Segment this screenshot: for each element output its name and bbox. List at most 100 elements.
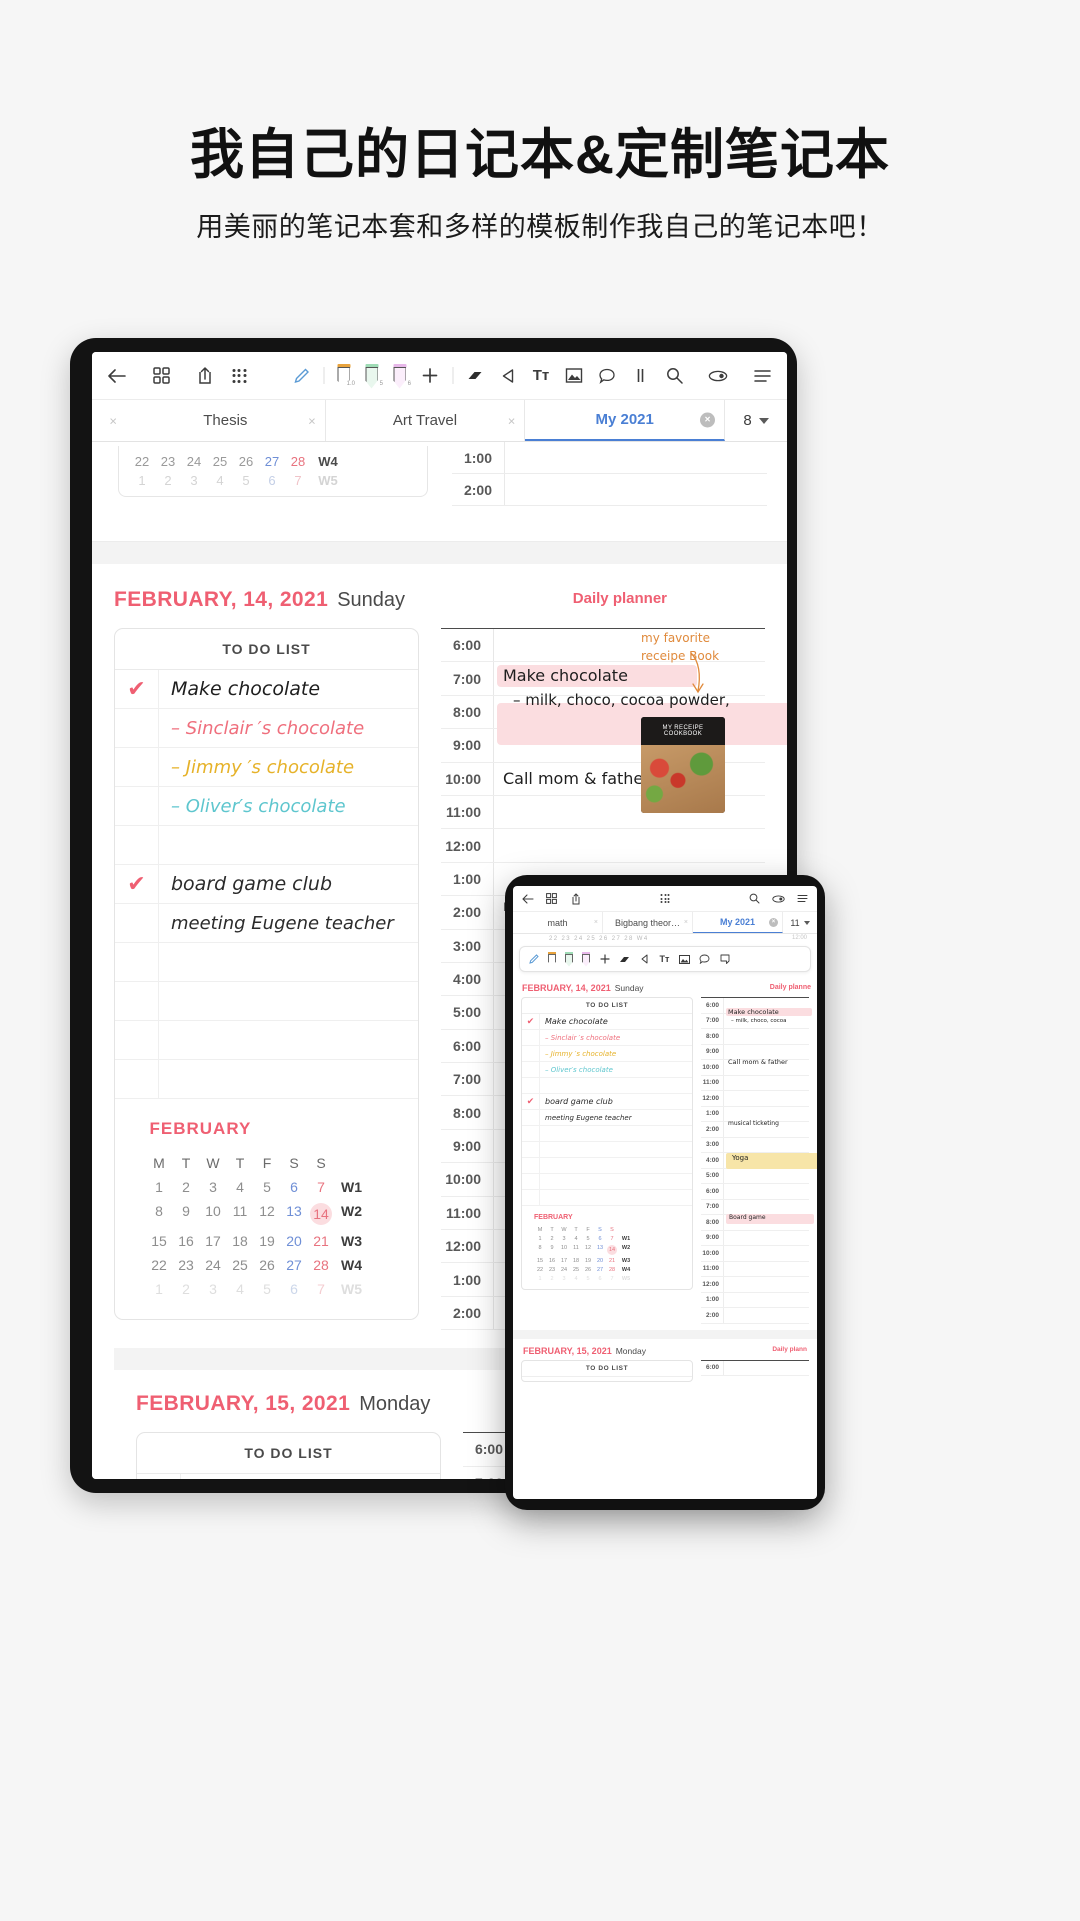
menu-icon[interactable]	[751, 365, 773, 387]
day-cell[interactable]: 17	[200, 1233, 227, 1249]
schedule-line[interactable]	[723, 1308, 809, 1323]
day-cell[interactable]: 1	[534, 1276, 546, 1282]
check-icon[interactable]: ✔	[522, 1014, 540, 1029]
check-icon[interactable]	[522, 1030, 540, 1045]
check-icon[interactable]	[522, 1158, 540, 1173]
schedule-line[interactable]	[723, 1199, 809, 1214]
day-cell[interactable]: 16	[546, 1258, 558, 1264]
day-cell[interactable]: 13	[281, 1203, 308, 1225]
day-cell[interactable]: 25	[570, 1267, 582, 1273]
add-icon[interactable]	[598, 953, 611, 966]
image-icon[interactable]	[563, 365, 585, 387]
day-cell[interactable]: 3	[200, 1179, 227, 1195]
day-cell[interactable]: 27	[281, 1257, 308, 1273]
day-cell[interactable]: 11	[570, 1245, 582, 1255]
day-cell[interactable]: 7	[606, 1276, 618, 1282]
pause-icon[interactable]	[629, 365, 651, 387]
day-cell[interactable]: 3	[558, 1276, 570, 1282]
check-icon[interactable]	[115, 982, 159, 1020]
text-icon[interactable]: Tт	[658, 953, 671, 966]
day-cell[interactable]: 3	[200, 1281, 227, 1297]
eraser-icon[interactable]	[464, 365, 486, 387]
todo-row[interactable]	[115, 982, 418, 1021]
text-icon[interactable]: Tт	[530, 365, 552, 387]
note-make-chocolate[interactable]: Make chocolate	[503, 666, 628, 685]
todo-row[interactable]: – Oliver′s chocolate	[522, 1062, 692, 1078]
grid-view-icon[interactable]	[545, 892, 558, 905]
check-icon[interactable]	[137, 1474, 181, 1479]
check-icon[interactable]	[522, 1126, 540, 1141]
day-cell[interactable]: 7	[308, 1281, 335, 1297]
tab-art-travel[interactable]: Art Travel ×	[326, 400, 526, 441]
lasso-icon[interactable]	[638, 953, 651, 966]
todo-row[interactable]: ✔ Make chocolate	[115, 670, 418, 709]
check-icon[interactable]	[522, 1078, 540, 1093]
share-icon[interactable]	[194, 365, 216, 387]
day-cell[interactable]: 5	[582, 1276, 594, 1282]
note-musical-ticketing[interactable]: musical ticketing	[728, 1120, 779, 1127]
todo-row[interactable]: meeting Eugene teacher	[522, 1110, 692, 1126]
day-cell[interactable]: 20	[594, 1258, 606, 1264]
lasso-icon[interactable]	[497, 365, 519, 387]
tab-count-dropdown[interactable]: 8	[725, 400, 787, 441]
close-icon[interactable]: ×	[700, 412, 716, 427]
day-cell-selected[interactable]: 14	[606, 1244, 618, 1255]
day-cell[interactable]: 1	[534, 1236, 546, 1242]
day-cell[interactable]: 2	[546, 1236, 558, 1242]
schedule-line[interactable]	[723, 1360, 809, 1375]
schedule-line[interactable]	[504, 442, 767, 473]
day-cell[interactable]: 6	[594, 1236, 606, 1242]
day-cell[interactable]: 21	[308, 1233, 335, 1249]
pencil-icon[interactable]	[527, 953, 540, 966]
tab-overflow-close[interactable]: ×	[92, 400, 126, 441]
day-cell[interactable]: 1	[146, 1281, 173, 1297]
eraser-icon[interactable]	[618, 953, 631, 966]
check-icon[interactable]	[522, 1062, 540, 1077]
check-icon[interactable]	[115, 709, 159, 747]
day-cell[interactable]: 5	[582, 1236, 594, 1242]
day-cell[interactable]: 26	[254, 1257, 281, 1273]
check-icon[interactable]	[522, 1110, 540, 1125]
check-icon[interactable]: ✔	[115, 670, 159, 708]
check-icon[interactable]	[522, 1142, 540, 1157]
todo-row[interactable]: – Jimmy ′s chocolate	[522, 1046, 692, 1062]
schedule-line[interactable]	[723, 1029, 809, 1044]
note-call-parents[interactable]: Call mom & father	[503, 769, 650, 788]
todo-row[interactable]: ✔ board game club	[115, 865, 418, 904]
day-cell[interactable]: 4	[227, 1179, 254, 1195]
day-cell[interactable]: 19	[582, 1258, 594, 1264]
close-icon[interactable]: ×	[594, 919, 598, 926]
check-icon[interactable]: ✔	[522, 1094, 540, 1109]
todo-row[interactable]	[137, 1474, 440, 1479]
close-icon[interactable]: ×	[508, 413, 516, 428]
app-grid-icon[interactable]	[659, 892, 672, 905]
search-icon[interactable]	[748, 892, 761, 905]
add-icon[interactable]	[419, 365, 441, 387]
annotation-my-favorite[interactable]: my favorite	[641, 631, 710, 645]
highlighter-violet-icon[interactable]	[581, 951, 591, 967]
note-ingredients[interactable]: – milk, choco, cocoa	[731, 1018, 787, 1024]
check-icon[interactable]	[115, 787, 159, 825]
note-icon[interactable]	[718, 953, 731, 966]
day-cell[interactable]: 26	[582, 1267, 594, 1273]
note-board-game[interactable]: Board game	[729, 1214, 766, 1221]
schedule-line[interactable]	[723, 1168, 809, 1183]
highlighter-green-icon[interactable]: 5	[363, 363, 383, 389]
day-cell[interactable]: 22	[146, 1257, 173, 1273]
day-cell[interactable]: 2	[173, 1281, 200, 1297]
check-icon[interactable]	[115, 1060, 159, 1098]
day-cell[interactable]: 28	[308, 1257, 335, 1273]
schedule-line[interactable]	[723, 1044, 809, 1059]
tab-bigbang-theory[interactable]: Bigbang theor… ×	[603, 912, 693, 933]
day-cell[interactable]: 24	[200, 1257, 227, 1273]
schedule-line[interactable]: Board game	[723, 1214, 814, 1230]
todo-row[interactable]: – Oliver′s chocolate	[115, 787, 418, 826]
day-cell[interactable]: 9	[546, 1245, 558, 1255]
schedule-line[interactable]	[493, 629, 765, 662]
pen-icon[interactable]: 1.0	[335, 363, 355, 389]
schedule-line[interactable]	[723, 1261, 809, 1276]
day-cell[interactable]: 18	[227, 1233, 254, 1249]
todo-row[interactable]: meeting Eugene teacher	[115, 904, 418, 943]
tab-my-2021[interactable]: My 2021 ×	[693, 912, 783, 933]
day-cell[interactable]: 16	[173, 1233, 200, 1249]
